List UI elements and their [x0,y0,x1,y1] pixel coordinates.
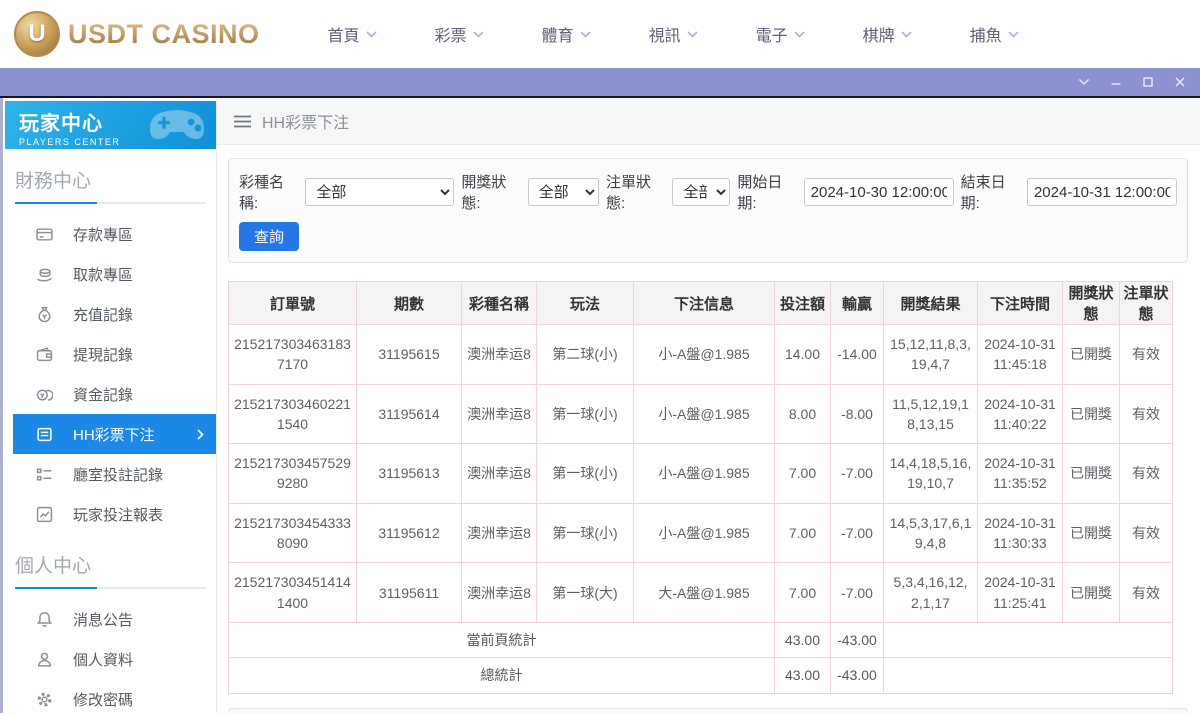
section-divider [15,587,206,589]
chevron-right-icon [197,428,204,440]
nav-item-fishing[interactable]: 捕魚 [970,22,1019,46]
sidebar-item-withdrawal-records[interactable]: 提現記錄 [3,334,216,374]
gear-icon [37,692,52,706]
chevron-down-icon [579,30,591,38]
window-minimize-button[interactable] [1108,74,1124,90]
chevron-down-icon [901,30,912,38]
sidebar-item-announcements[interactable]: 消息公告 [3,599,216,639]
breadcrumb: HH彩票下注 [217,98,1200,145]
menu-toggle-button[interactable] [234,115,251,128]
minimize-icon [1111,83,1121,85]
hand-coins-icon [37,268,52,281]
bets-table: 訂單號 期數 彩種名稱 玩法 下注信息 投注額 輸贏 開獎結果 下注時間 開獎狀… [228,281,1173,694]
main-menu: 首頁 彩票 體育 視訊 電子 棋牌 捕魚 [328,22,1019,46]
player-center-window: 玩家中心 PLAYERS CENTER 財務中心 存款專區 取款專區 充值記錄 … [0,98,1200,713]
list-icon [36,467,52,481]
search-button[interactable]: 查詢 [239,222,300,251]
sidebar-item-profile[interactable]: 個人資料 [3,639,216,679]
chevron-down-icon [1079,79,1089,85]
section-title-finance: 財務中心 [15,171,92,192]
total-summary-winloss: -43.00 [830,657,884,694]
section-title-personal: 個人中心 [15,556,92,577]
nav-item-live[interactable]: 視訊 [649,22,698,46]
pagination-bar: 每頁顯示20條 共5条 首页 上一页 [1] 下一页 第 页 跳转 [228,707,1188,713]
wallet-icon [36,346,53,361]
window-maximize-button[interactable] [1140,74,1156,90]
end-date-input[interactable] [1026,178,1177,206]
report-chart-icon [36,506,53,522]
nav-item-slots[interactable]: 電子 [756,22,805,46]
nav-item-lottery[interactable]: 彩票 [435,22,484,46]
start-date-input[interactable] [803,178,954,206]
logo-icon: U [14,11,60,57]
sidebar-item-recharge-records[interactable]: 充值記錄 [3,294,216,334]
chevron-down-icon [794,30,805,38]
top-navigation: U USDT CASINO 首頁 彩票 體育 視訊 電子 棋牌 捕魚 [0,0,1200,68]
hamburger-icon [234,115,251,127]
section-divider [15,202,206,204]
sidebar: 玩家中心 PLAYERS CENTER 財務中心 存款專區 取款專區 充值記錄 … [3,98,217,713]
end-date-label: 結束日期: [960,174,1006,212]
draw-status-select[interactable]: 全部 [527,178,599,206]
chevron-down-icon [365,30,377,38]
chevron-down-icon [472,30,484,38]
bell-icon [36,611,53,627]
filter-panel: 彩種名稱: 全部 開獎狀態: 全部 注單狀態: 全部 開始日期: 結束日期: 查… [228,158,1188,263]
brand-logo[interactable]: U USDT CASINO [14,11,260,57]
close-icon [1175,77,1185,87]
coins-icon [36,389,53,401]
page-summary-row: 當前頁統計 43.00 -43.00 [228,621,1173,659]
draw-status-label: 開獎狀態: [461,174,507,212]
total-summary-bet: 43.00 [774,657,831,694]
page-summary-label: 當前頁統計 [228,621,775,659]
page-summary-bet: 43.00 [774,621,831,659]
sidebar-header: 玩家中心 PLAYERS CENTER [5,101,216,149]
total-summary-label: 總統計 [228,657,775,694]
sidebar-item-hh-lottery-bets[interactable]: HH彩票下注 [13,414,216,454]
page-summary-winloss: -43.00 [830,621,884,659]
nav-item-cards[interactable]: 棋牌 [863,22,912,46]
lottery-name-label: 彩種名稱: [239,174,285,212]
table-row: 2152173034602211540 31195614 澳洲幸运8 第一球(小… [228,383,1173,445]
gamepad-icon [150,110,204,139]
brand-name: USDT CASINO [68,18,260,49]
sidebar-item-hall-bet-records[interactable]: 廳室投註記錄 [3,454,216,494]
table-header-row: 訂單號 期數 彩種名稱 玩法 下注信息 投注額 輸贏 開獎結果 下注時間 開獎狀… [228,281,1173,325]
nav-item-sports[interactable]: 體育 [542,22,591,46]
table-row: 2152173034543338090 31195612 澳洲幸运8 第一球(小… [228,502,1173,564]
bet-list-icon [37,427,52,441]
maximize-icon [1143,77,1153,87]
credit-card-icon [36,227,53,241]
lottery-name-select[interactable]: 全部 [305,178,455,206]
table-row: 2152173034631837170 31195615 澳洲幸运8 第二球(小… [228,324,1173,385]
chevron-down-icon [687,30,698,38]
main-content: HH彩票下注 彩種名稱: 全部 開獎狀態: 全部 注單狀態: 全部 開始日期: … [217,98,1200,713]
sidebar-item-withdraw[interactable]: 取款專區 [3,254,216,294]
nav-item-home[interactable]: 首頁 [328,22,377,46]
person-icon [37,652,52,667]
table-row: 2152173034514141400 31195611 澳洲幸运8 第一球(大… [228,562,1173,623]
bet-status-label: 注單狀態: [605,174,651,212]
page-title: HH彩票下注 [262,115,350,132]
money-bag-icon [38,306,51,322]
chevron-down-icon [1008,30,1019,38]
start-date-label: 開始日期: [737,174,783,212]
bet-status-select[interactable]: 全部 [672,178,731,206]
total-summary-row: 總統計 43.00 -43.00 [228,657,1173,694]
bets-table-container: 訂單號 期數 彩種名稱 玩法 下注信息 投注額 輸贏 開獎結果 下注時間 開獎狀… [228,281,1188,694]
sidebar-item-deposit[interactable]: 存款專區 [3,214,216,254]
sidebar-item-player-bet-report[interactable]: 玩家投注報表 [3,494,216,534]
sidebar-item-fund-records[interactable]: 資金記錄 [3,374,216,414]
window-collapse-button[interactable] [1076,74,1092,90]
window-close-button[interactable] [1172,74,1188,90]
window-titlebar [0,68,1200,98]
table-row: 2152173034575299280 31195613 澳洲幸运8 第一球(小… [228,443,1173,504]
sidebar-item-change-password[interactable]: 修改密碼 [3,679,216,713]
